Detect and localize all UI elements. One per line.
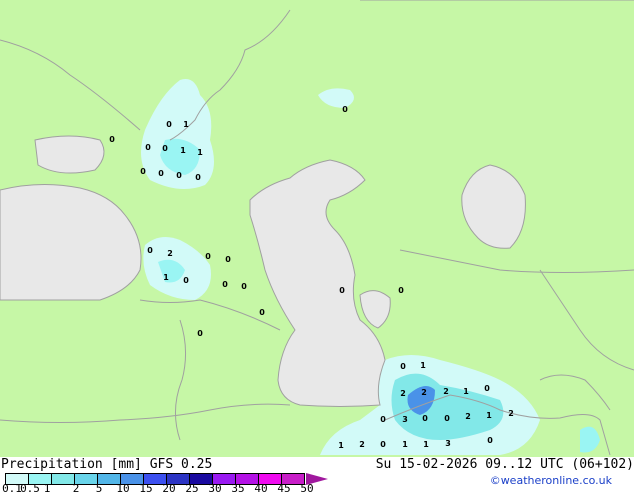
map-title: Precipitation [mm] GFS 0.25 [1,457,213,472]
map-label: 1 [463,387,469,396]
map-label: 0 [259,308,265,317]
map-label: 0 [145,143,151,152]
legend-tick-label: 5 [95,482,103,495]
map-label: 0 [380,440,386,449]
sea-of-azov [34,135,105,174]
map-label: 0 [400,362,406,371]
map-label: 1 [338,441,344,450]
legend-tick-label: 40 [254,482,268,495]
legend-tick-label: 0.5 [20,482,40,495]
map-label: 0 [176,171,182,180]
legend-tick-label: 0.1 [2,482,22,495]
map-label: 0 [487,436,493,445]
credit-link[interactable]: ©weatheronline.co.uk [490,474,612,487]
map-label: 0 [380,415,386,424]
map-label: 0 [195,173,201,182]
map-label: 1 [420,361,426,370]
map-label: 2 [421,388,427,397]
map-label: 0 [444,414,450,423]
legend-tick-label: 10 [116,482,130,495]
legend-tick-label: 25 [185,482,199,495]
legend-tick-label: 1 [43,482,51,495]
map-label: 1 [197,148,203,157]
legend-tick-label: 50 [300,482,314,495]
legend-tick-label: 2 [72,482,80,495]
map-label: 0 [166,120,172,129]
map-label: 0 [147,246,153,255]
map-label: 2 [508,409,514,418]
map-label: 1 [163,273,169,282]
legend-tick-label: 45 [277,482,291,495]
legend-tick-label: 35 [231,482,245,495]
map-label: 0 [222,280,228,289]
map-label: 2 [400,389,406,398]
map-label: 1 [486,411,492,420]
map-label: 3 [445,439,451,448]
map-label: 0 [398,286,404,295]
map-label: 0 [342,105,348,114]
map-label: 1 [402,440,408,449]
map-label: 0 [225,255,231,264]
map-label: 0 [484,384,490,393]
valid-time: Su 15-02-2026 09..12 UTC (06+102) [375,457,634,472]
map-label: 0 [197,329,203,338]
map-label: 0 [158,169,164,178]
legend-swatch [52,474,75,484]
map-label: 0 [339,286,345,295]
map-label: 0 [162,144,168,153]
map-label: 2 [167,249,173,258]
map-label: 3 [402,415,408,424]
map-label: 0 [109,135,115,144]
map-label: 2 [359,440,365,449]
map-label: 1 [183,120,189,129]
map-label: 0 [140,167,146,176]
legend-footer: Precipitation [mm] GFS 0.25 Su 15-02-202… [0,457,634,495]
map-label: 0 [241,282,247,291]
map-label: 0 [183,276,189,285]
legend-tick-label: 20 [162,482,176,495]
legend-tick-label: 30 [208,482,222,495]
legend-tick-label: 15 [139,482,153,495]
map-label: 0 [205,252,211,261]
map-label: 1 [423,440,429,449]
map-label: 2 [465,412,471,421]
map-label: 0 [422,414,428,423]
map-label: 2 [443,387,449,396]
map-label: 1 [180,146,186,155]
precipitation-map: 0 1 0 0 1 1 0 0 0 0 0 0 2 0 0 1 0 0 0 0 … [0,0,634,457]
